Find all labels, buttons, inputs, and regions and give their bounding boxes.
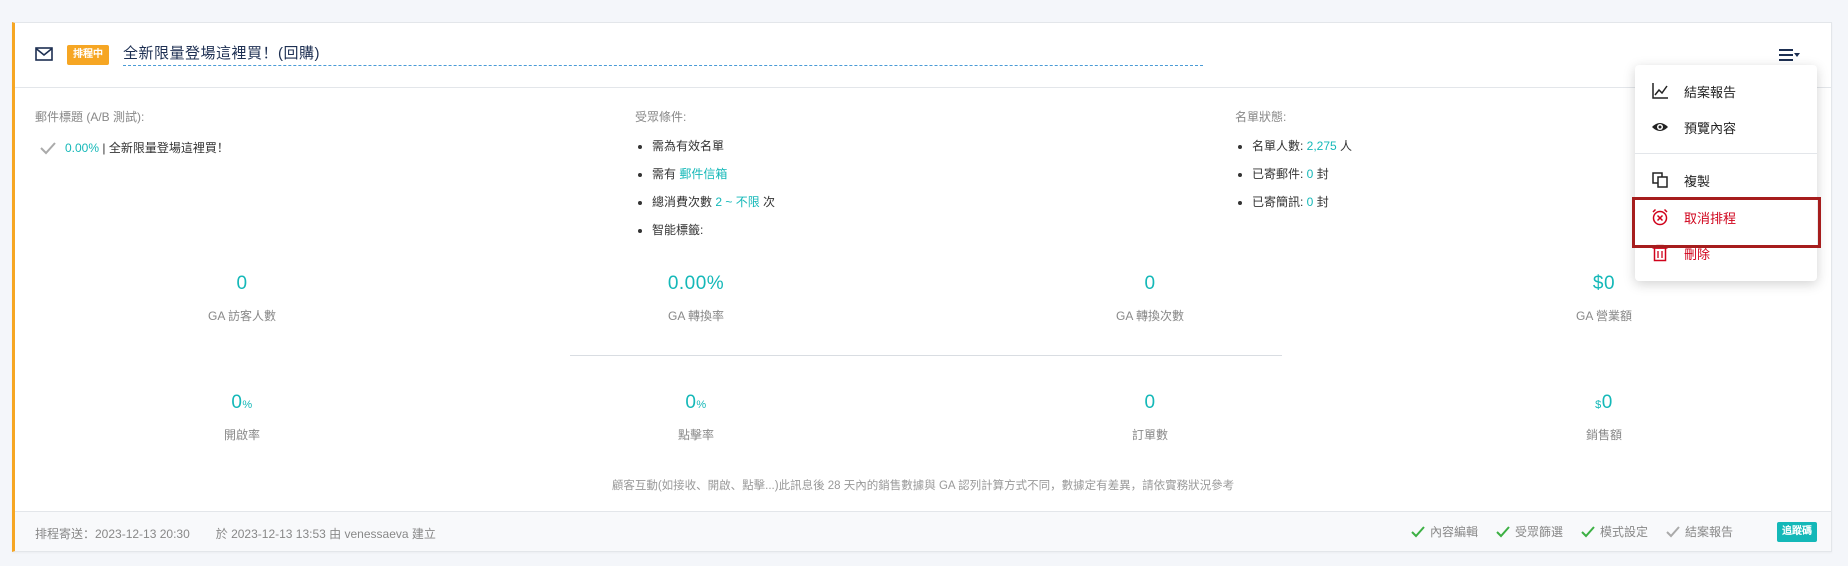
stat-open-rate: 0% 開啟率 (223, 392, 260, 442)
stat-click-rate: 0% 點擊率 (677, 392, 714, 442)
ga-stats-row: 0 GA 訪客人數 0.00% GA 轉換率 0 GA 轉換次數 $0 GA 營… (15, 273, 1831, 324)
step-final-report[interactable]: 結案報告 (1666, 523, 1733, 540)
audience-section: 受眾條件: 需為有效名單 需有 郵件信箱 總消費次數 2 ~ 不限 次 智能標籤… (635, 108, 775, 251)
list-item-sms-sent: 已寄簡訊: 0 封 (1252, 195, 1352, 209)
step-audience-filter[interactable]: 受眾篩選 (1496, 523, 1563, 540)
card-header: 排程中 全新限量登場這裡買！(回購) (15, 23, 1831, 88)
campaign-card: 排程中 全新限量登場這裡買！(回購) 郵件標題 (A/B 測試): 0.00% … (12, 22, 1832, 552)
mail-icon (35, 47, 53, 61)
menu-item-copy[interactable]: 複製 (1635, 162, 1817, 198)
check-icon (40, 141, 56, 154)
stats-divider (570, 355, 1282, 356)
copy-icon (1652, 172, 1668, 188)
stat-sales: $0 銷售額 (1585, 392, 1622, 442)
created-info: 於 2023-12-13 13:53 由 venessaeva 建立 (215, 527, 436, 541)
step-mode-settings[interactable]: 模式設定 (1581, 523, 1648, 540)
check-icon (1411, 525, 1425, 537)
stat-orders: 0 訂單數 (1131, 392, 1168, 442)
audience-item-email: 需有 郵件信箱 (652, 167, 775, 181)
subject-section: 郵件標題 (A/B 測試): 0.00% | 全新限量登場這裡買！ (35, 108, 229, 156)
subject-label: 郵件標題 (A/B 測試): (35, 110, 145, 124)
menu-divider (1635, 153, 1817, 154)
check-icon (1581, 525, 1595, 537)
list-status-section: 名單狀態: 名單人數: 2,275 人 已寄郵件: 0 封 已寄簡訊: 0 封 (1235, 108, 1352, 223)
list-item-count: 名單人數: 2,275 人 (1252, 139, 1352, 153)
card-footer: 排程寄送：2023-12-13 20:30 於 2023-12-13 13:53… (15, 511, 1831, 551)
audience-item-orders: 總消費次數 2 ~ 不限 次 (652, 195, 775, 209)
schedule-time: 排程寄送：2023-12-13 20:30 (35, 527, 190, 541)
menu-item-preview[interactable]: 預覽內容 (1635, 109, 1817, 145)
tracking-code-button[interactable]: 追蹤碼 (1777, 522, 1817, 542)
subject-rate: 0.00% (65, 141, 100, 155)
audience-item-valid: 需為有效名單 (652, 139, 775, 153)
attribution-note: 顧客互動(如接收、開啟、點擊...)此訊息後 28 天內的銷售數據與 GA 認列… (611, 480, 1235, 492)
list-status-label: 名單狀態: (1235, 110, 1287, 124)
subject-separator: | (99, 141, 109, 155)
menu-toggle-icon[interactable] (1779, 47, 1801, 63)
audience-item-tags: 智能標籤: (652, 223, 775, 237)
check-icon (1496, 525, 1510, 537)
campaign-title[interactable]: 全新限量登場這裡買！(回購) (123, 42, 1203, 66)
ga-stat-conversion-rate: 0.00% GA 轉換率 (667, 273, 725, 323)
ga-stat-conversions: 0 GA 轉換次數 (1115, 273, 1184, 323)
subject-row: 0.00% | 全新限量登場這裡買！ (35, 139, 229, 156)
line-chart-icon (1652, 83, 1668, 99)
menu-item-report[interactable]: 結案報告 (1635, 73, 1817, 109)
email-stats-row: 0% 開啟率 0% 點擊率 0 訂單數 $0 銷售額 (15, 392, 1831, 443)
check-icon (1666, 525, 1680, 537)
subject-text: 全新限量登場這裡買！ (108, 141, 229, 155)
actions-dropdown-menu: 結案報告 預覽內容 複製 取消排程 刪除 (1635, 65, 1817, 281)
audience-label: 受眾條件: (635, 110, 687, 124)
progress-steps: 內容編輯 受眾篩選 模式設定 結案報告 (1411, 523, 1733, 540)
eye-icon (1652, 123, 1668, 131)
step-content-edit[interactable]: 內容編輯 (1411, 523, 1478, 540)
list-item-emails-sent: 已寄郵件: 0 封 (1252, 167, 1352, 181)
highlight-annotation-box (1632, 197, 1821, 248)
ga-stat-visitors: 0 GA 訪客人數 (207, 273, 276, 323)
status-badge: 排程中 (67, 45, 109, 65)
